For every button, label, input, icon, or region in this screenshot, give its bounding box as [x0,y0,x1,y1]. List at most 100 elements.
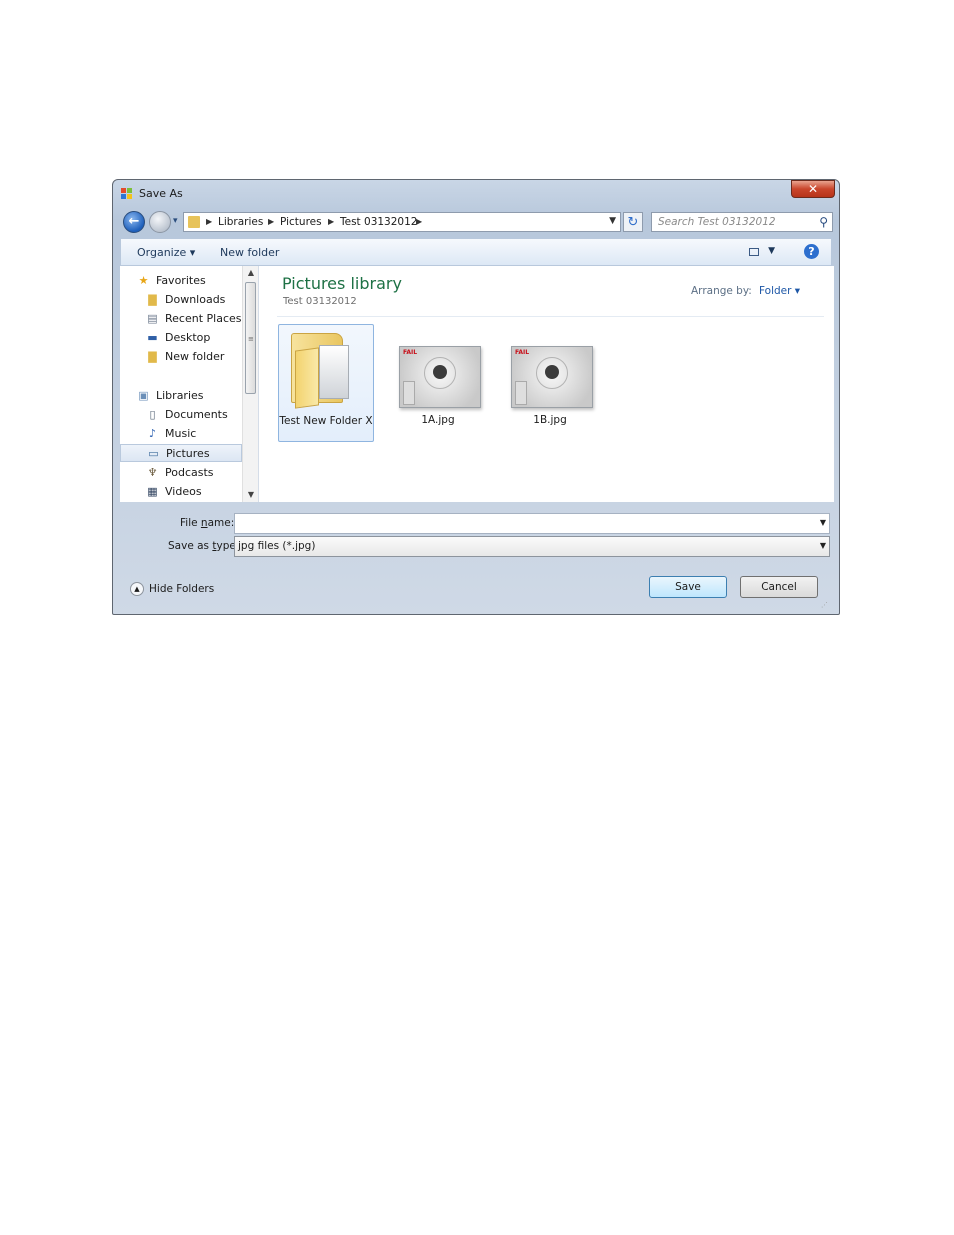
chevron-right-icon[interactable]: ▶ [328,217,334,226]
chevron-down-icon[interactable]: ▼ [820,541,826,550]
resize-grip-icon[interactable]: ⋰ [821,601,828,609]
refresh-button[interactable]: ↻ [623,212,643,232]
image-thumbnail: FAIL [399,346,481,408]
file-label: 1A.jpg [421,414,455,426]
sidebar-item-label: Music [165,427,197,440]
chevron-down-icon[interactable]: ▼ [820,518,826,527]
library-title: Pictures library [282,274,402,293]
thumbnail-panel [403,381,415,405]
folder-icon [188,216,200,228]
sidebar-item-label: Pictures [166,447,210,460]
folder-label: Test New Folder X [279,415,373,427]
file-name-label-start: File [180,517,201,529]
back-button[interactable]: ← [123,211,145,233]
change-view-icon[interactable] [749,248,759,256]
file-item[interactable]: FAIL 1A.jpg [390,324,486,442]
help-icon[interactable]: ? [804,244,819,259]
sidebar-item-label: Favorites [156,274,206,287]
thumbnail-fail-text: FAIL [403,349,418,356]
desktop-icon: ▬ [147,331,158,344]
sidebar-item-label: Videos [165,485,202,498]
file-list: Pictures library Test 03132012 Arrange b… [259,266,834,502]
downloads-icon: ▇ [148,293,157,306]
music-icon: ♪ [148,427,157,440]
videos-icon: ▦ [147,485,158,498]
save-as-type-label-start: Save as [168,540,213,552]
chevron-right-icon[interactable]: ▶ [416,217,422,226]
search-input[interactable]: Search Test 03132012 [658,216,776,228]
file-name-label: File name: [180,517,234,529]
navigation-pane: ▦ Videos ♆ Podcasts ▭ Pictures ♪ Music ▯ Document… [120,266,259,502]
navigation-scrollbar[interactable]: ▲ ≡ ▼ [242,266,258,502]
sidebar-item-documents[interactable]: ▯ Documents [120,406,242,424]
arrange-by-dropdown[interactable]: Folder ▾ [759,285,800,297]
recent-pages-dropdown-icon[interactable]: ▾ [173,216,178,226]
podcasts-icon: ♆ [147,466,158,479]
hide-folders-toggle[interactable]: ▲ Hide Folders [130,582,214,596]
document-preview-icon [319,345,349,399]
command-toolbar: Organize ▾ New folder ▼ ? [120,238,832,266]
sidebar-item-label: Documents [165,408,228,421]
sidebar-item-libraries[interactable]: ▣ Libraries [120,387,242,405]
sidebar-item-label: Podcasts [165,466,214,479]
view-options-dropdown-icon[interactable]: ▼ [768,246,775,256]
title-bar[interactable]: Save As ✕ [113,180,839,208]
folder-item[interactable]: Test New Folder X [278,324,374,442]
app-icon [121,188,132,199]
cancel-button[interactable]: Cancel [740,576,818,598]
scrollbar-thumb[interactable]: ≡ [245,282,256,394]
save-as-type-value: jpg files (*.jpg) [238,540,316,552]
save-as-type-select[interactable]: jpg files (*.jpg) ▼ [234,536,830,557]
scroll-up-arrow-icon[interactable]: ▲ [243,266,259,280]
save-as-type-label: Save as type: [168,540,239,552]
sidebar-item-label: Downloads [165,293,226,306]
file-item[interactable]: FAIL 1B.jpg [502,324,598,442]
library-subtitle: Test 03132012 [283,296,357,307]
sidebar-item-recent-places[interactable]: ▤ Recent Places [120,310,242,328]
chevron-up-icon: ▲ [130,582,144,596]
sidebar-item-favorites[interactable]: ★ Favorites [120,272,242,290]
address-bar[interactable]: ▶ Libraries ▶ Pictures ▶ Test 03132012 ▶… [183,212,621,232]
sidebar-item-podcasts[interactable]: ♆ Podcasts [120,464,242,482]
image-thumbnail: FAIL [511,346,593,408]
folder-icon: ▇ [148,350,157,363]
sidebar-item-label: New folder [165,350,225,363]
breadcrumb-pictures[interactable]: Pictures [280,216,322,228]
sidebar-item-label: Desktop [165,331,211,344]
sidebar-item-downloads[interactable]: ▇ Downloads [120,291,242,309]
chevron-right-icon[interactable]: ▶ [206,217,212,226]
documents-icon: ▯ [149,408,156,421]
sidebar-item-label: Libraries [156,389,204,402]
sidebar-item-music[interactable]: ♪ Music [120,425,242,443]
folder-flap [295,347,319,409]
forward-button[interactable] [149,211,171,233]
pictures-icon: ▭ [148,447,159,460]
search-icon[interactable]: ⚲ [819,215,828,229]
file-label: 1B.jpg [533,414,567,426]
thumbnail-dot [433,365,447,379]
search-box[interactable]: Search Test 03132012 ⚲ [651,212,833,232]
sidebar-item-desktop[interactable]: ▬ Desktop [120,329,242,347]
sidebar-item-videos[interactable]: ▦ Videos [120,483,242,501]
thumbnail-dot [545,365,559,379]
sidebar-item-new-folder[interactable]: ▇ New folder [120,348,242,366]
arrange-by-label: Arrange by: [691,285,752,297]
save-button[interactable]: Save [649,576,727,598]
recent-places-icon: ▤ [147,312,158,325]
organize-menu[interactable]: Organize ▾ [137,246,195,259]
thumbnail-panel [515,381,527,405]
grip-icon: ≡ [248,335,254,343]
close-button[interactable]: ✕ [791,180,835,198]
breadcrumb-test-03132012[interactable]: Test 03132012 [340,216,417,228]
chevron-right-icon[interactable]: ▶ [268,217,274,226]
scroll-down-arrow-icon[interactable]: ▼ [243,488,259,502]
breadcrumb-libraries[interactable]: Libraries [218,216,263,228]
libraries-icon: ▣ [138,389,149,402]
address-dropdown-icon[interactable]: ▼ [609,216,616,226]
star-icon: ★ [138,274,149,287]
new-folder-button[interactable]: New folder [220,246,279,259]
refresh-icon: ↻ [627,215,639,230]
sidebar-item-label: Recent Places [165,312,242,325]
file-name-field[interactable]: ▼ [234,513,830,534]
sidebar-item-pictures[interactable]: ▭ Pictures [120,444,242,462]
